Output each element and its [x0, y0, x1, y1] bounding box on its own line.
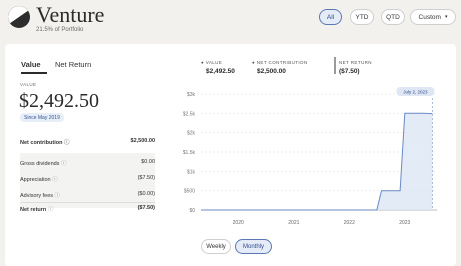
range-custom-button[interactable]: Custom ▾	[410, 9, 456, 25]
portfolio-share: 21.5% of Portfolio	[36, 27, 84, 33]
y-tick-label: $0	[189, 208, 195, 214]
range-ytd-button[interactable]: YTD	[350, 9, 374, 25]
y-tick-label: $500	[184, 189, 195, 195]
range-qtd-button[interactable]: QTD	[381, 9, 405, 25]
performance-card: Value Net Return VALUE $2,492.50 Since M…	[5, 44, 456, 266]
frequency-weekly-button[interactable]: Weekly	[201, 239, 231, 254]
page-title: Venture	[36, 2, 105, 27]
range-all-button[interactable]: All	[319, 9, 342, 25]
x-tick-label: 2020	[233, 220, 244, 226]
frequency-monthly-button[interactable]: Monthly	[235, 239, 272, 254]
y-tick-label: $2k	[187, 131, 196, 137]
y-tick-label: $2.5k	[183, 111, 196, 117]
chevron-down-icon: ▾	[444, 14, 448, 20]
tooltip-date: July 2, 2023	[403, 90, 428, 95]
y-tick-label: $3k	[187, 92, 196, 98]
x-tick-label: 2023	[399, 220, 410, 226]
value-area	[201, 113, 433, 210]
x-tick-label: 2021	[288, 220, 299, 226]
portfolio-pie-icon	[8, 6, 30, 28]
y-tick-label: $1k	[187, 169, 196, 175]
range-custom-label: Custom	[418, 13, 441, 21]
value-chart[interactable]: $3k $2.5k $2k $1.5k $1k $500 $0 2020 2021 2022 20…	[5, 44, 456, 266]
x-tick-label: 2022	[344, 220, 355, 226]
y-tick-label: $1.5k	[183, 150, 196, 156]
